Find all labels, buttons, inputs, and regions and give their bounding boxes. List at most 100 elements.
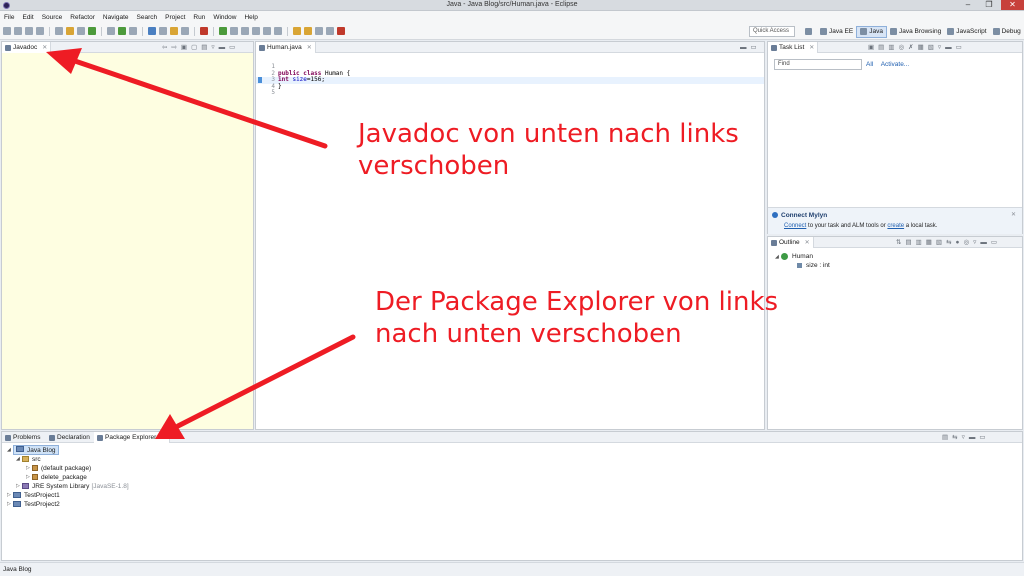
all-link[interactable]: All — [866, 61, 873, 68]
forward-icon[interactable] — [326, 27, 334, 35]
view-menu-icon[interactable]: ▿ — [973, 238, 976, 247]
minimize-icon[interactable]: ▬ — [219, 43, 226, 52]
perspective-java[interactable]: Java — [856, 25, 887, 38]
minimize-icon[interactable]: ▬ — [945, 43, 952, 52]
close-window-button[interactable]: ✕ — [1001, 0, 1024, 10]
tab-task-list[interactable]: Task List ✕ — [768, 42, 819, 53]
tree-item-src[interactable]: ◢ src — [16, 455, 41, 463]
menu-project[interactable]: Project — [165, 14, 185, 21]
sync-icon[interactable]: ▧ — [928, 43, 934, 52]
link-with-selection-icon[interactable]: ▣ — [181, 43, 187, 52]
code-area[interactable]: 1 2 public class Human { 3 int size=156;… — [256, 63, 764, 97]
maximize-icon[interactable]: ▭ — [229, 43, 235, 52]
annotation-icon[interactable] — [181, 27, 189, 35]
new-icon[interactable] — [3, 27, 11, 35]
menu-search[interactable]: Search — [137, 14, 158, 21]
view-menu-icon[interactable]: ▿ — [962, 433, 965, 442]
mark-occurrences-icon[interactable] — [200, 27, 208, 35]
maximize-icon[interactable]: ▭ — [751, 43, 757, 52]
new-java-project-icon[interactable] — [66, 27, 74, 35]
tree-item-java-blog[interactable]: ◢ Java Blog — [7, 445, 59, 455]
hide-nonpublic-icon[interactable]: ▦ — [926, 238, 932, 247]
tab-package-explorer[interactable]: Package Explorer ✕ — [94, 432, 171, 443]
minimize-icon[interactable]: ▬ — [740, 43, 747, 52]
view-menu-icon[interactable]: ▿ — [938, 43, 941, 52]
external-tools-icon[interactable] — [129, 27, 137, 35]
skip-breakpoints-icon[interactable] — [55, 27, 63, 35]
link-editor-icon[interactable]: ⇆ — [952, 433, 957, 442]
minimize-icon[interactable]: ▬ — [980, 238, 987, 247]
menu-window[interactable]: Window — [213, 14, 236, 21]
open-browser-icon[interactable]: ▢ — [191, 43, 197, 52]
hide-fields-icon[interactable]: ▤ — [905, 238, 911, 247]
debug-icon[interactable] — [107, 27, 115, 35]
search-icon[interactable] — [148, 27, 156, 35]
tab-javadoc[interactable]: Javadoc ✕ — [2, 42, 52, 53]
open-perspective-button[interactable] — [802, 26, 817, 38]
close-tab-icon[interactable]: ✕ — [307, 44, 312, 51]
tree-item-jre[interactable]: ▷ JRE System Library [JavaSE-1.8] — [16, 482, 129, 490]
outline-item-human[interactable]: ◢ Human — [775, 253, 813, 260]
perspective-java-browsing[interactable]: Java Browsing — [887, 26, 944, 38]
terminate-icon[interactable] — [241, 27, 249, 35]
menu-run[interactable]: Run — [193, 14, 205, 21]
maximize-icon[interactable]: ▭ — [991, 238, 997, 247]
maximize-icon[interactable]: ▭ — [956, 43, 962, 52]
suspend-icon[interactable] — [230, 27, 238, 35]
view-menu-icon[interactable]: ▿ — [211, 43, 214, 52]
tab-declaration[interactable]: Declaration — [46, 432, 93, 443]
open-declaration-icon[interactable]: ▤ — [201, 43, 207, 52]
step-into-icon[interactable] — [252, 27, 260, 35]
new-class-icon[interactable] — [88, 27, 96, 35]
collapse-all-icon[interactable]: ▤ — [942, 433, 948, 442]
hide-completed-icon[interactable]: ✗ — [908, 43, 913, 52]
tab-problems[interactable]: Problems — [2, 432, 43, 443]
open-type-icon[interactable] — [159, 27, 167, 35]
forward-icon[interactable]: ⇨ — [171, 43, 176, 52]
perspective-java-ee[interactable]: Java EE — [817, 26, 856, 38]
tab-human-java[interactable]: Human.java ✕ — [256, 42, 316, 53]
resume-icon[interactable] — [219, 27, 227, 35]
new-package-icon[interactable] — [77, 27, 85, 35]
categorized-icon[interactable]: ▤ — [878, 43, 884, 52]
pin-editor-icon[interactable] — [337, 27, 345, 35]
previous-annotation-icon[interactable] — [304, 27, 312, 35]
menu-navigate[interactable]: Navigate — [103, 14, 129, 21]
find-input[interactable]: Find — [774, 59, 862, 70]
sort-icon[interactable]: ⇅ — [896, 238, 901, 247]
outline-item-size[interactable]: size : int — [797, 262, 830, 269]
new-task-icon[interactable]: ▣ — [868, 43, 874, 52]
tree-item-testproject2[interactable]: ▷ TestProject2 — [7, 500, 60, 508]
save-icon[interactable] — [14, 27, 22, 35]
close-tab-icon[interactable]: ✕ — [809, 44, 814, 51]
menu-source[interactable]: Source — [42, 14, 63, 21]
hide-local-types-icon[interactable]: ▧ — [936, 238, 942, 247]
menu-edit[interactable]: Edit — [22, 14, 33, 21]
scheduled-icon[interactable]: ▥ — [888, 43, 894, 52]
save-all-icon[interactable] — [25, 27, 33, 35]
close-tab-icon[interactable]: ✕ — [805, 239, 810, 246]
focus-icon[interactable]: ◎ — [898, 43, 904, 52]
collapse-all-icon[interactable]: ▦ — [918, 43, 924, 52]
quick-access-input[interactable]: Quick Access — [749, 26, 795, 37]
create-link[interactable]: create — [887, 223, 904, 229]
maximize-button[interactable]: ❐ — [979, 0, 999, 10]
menu-refactor[interactable]: Refactor — [70, 14, 95, 21]
tree-item-default-package[interactable]: ▷ (default package) — [26, 464, 91, 472]
connect-link[interactable]: Connect — [784, 223, 806, 229]
tab-outline[interactable]: Outline ✕ — [768, 237, 814, 248]
back-icon[interactable]: ⇦ — [162, 43, 167, 52]
filter-icon[interactable]: ● — [956, 238, 960, 247]
step-return-icon[interactable] — [274, 27, 282, 35]
tree-item-delete-package[interactable]: ▷ delete_package — [26, 473, 87, 481]
focus-icon[interactable]: ◎ — [963, 238, 969, 247]
perspective-javascript[interactable]: JavaScript — [944, 26, 989, 38]
menu-help[interactable]: Help — [244, 14, 257, 21]
hide-static-icon[interactable]: ▥ — [916, 238, 922, 247]
step-over-icon[interactable] — [263, 27, 271, 35]
next-annotation-icon[interactable] — [293, 27, 301, 35]
close-icon[interactable]: ✕ — [1011, 211, 1016, 218]
minimize-icon[interactable]: ▬ — [969, 433, 976, 442]
maximize-icon[interactable]: ▭ — [979, 433, 985, 442]
minimize-button[interactable]: – — [958, 0, 978, 10]
